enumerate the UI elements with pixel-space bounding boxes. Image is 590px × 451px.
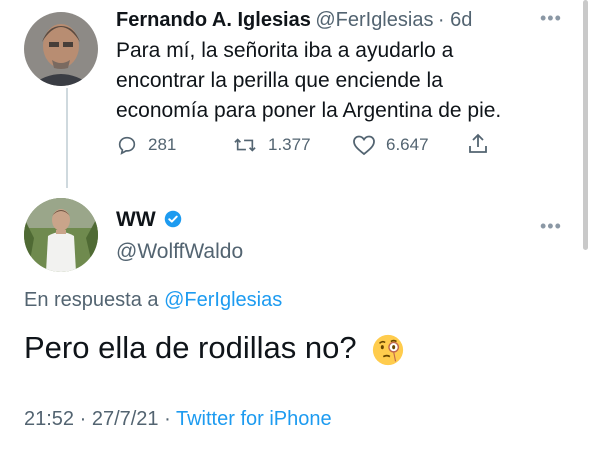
replying-to: En respuesta a @FerIglesias (24, 289, 282, 312)
tweet-text-line: Para mí, la señorita iba a ayudarlo a (116, 39, 454, 62)
tweet-header: Fernando A. Iglesias @FerIglesias · 6d (116, 9, 472, 32)
reply-author-name[interactable]: WW (116, 208, 156, 231)
more-dots-icon[interactable]: ••• (540, 216, 562, 237)
retweet-count: 1.377 (268, 135, 311, 154)
tweet-meta: 21:52 · 27/7/21 · Twitter for iPhone (24, 408, 332, 431)
tweet-text-line: encontrar la perilla que enciende la (116, 69, 443, 92)
author-handle[interactable]: @FerIglesias (315, 9, 433, 31)
replying-to-prefix: En respuesta a (24, 289, 159, 311)
author-name[interactable]: Fernando A. Iglesias (116, 9, 311, 31)
avatar-photo (24, 198, 98, 272)
tweet-text-line: economía para poner la Argentina de pie. (116, 99, 502, 122)
retweet-icon (234, 138, 256, 152)
tweet-age[interactable]: · 6d (438, 9, 472, 31)
reply-author-handle[interactable]: @WolffWaldo (116, 240, 243, 264)
verified-badge-icon (164, 210, 182, 228)
replying-to-handle-link[interactable]: @FerIglesias (164, 289, 282, 311)
like-count: 6.647 (386, 135, 429, 154)
tweet-source-link[interactable]: Twitter for iPhone (176, 408, 332, 430)
scrollbar[interactable] (583, 0, 588, 250)
share-icon (469, 133, 487, 153)
face-with-monocle-emoji (373, 334, 404, 365)
thread-connector-line (66, 88, 68, 188)
heart-icon (353, 135, 375, 156)
reply-text: Pero ella de rodillas no? (24, 330, 405, 367)
reply-header: WW (116, 208, 182, 232)
retweet-action[interactable]: 1.377 (232, 134, 311, 156)
avatar-photo (24, 12, 98, 86)
author-avatar[interactable] (24, 12, 98, 86)
share-action[interactable] (466, 132, 490, 156)
reply-text-content: Pero ella de rodillas no? (24, 330, 357, 365)
like-action[interactable]: 6.647 (352, 134, 429, 156)
reply-bubble-icon (118, 136, 136, 155)
more-dots-icon[interactable]: ••• (540, 8, 562, 29)
reply-author-avatar[interactable] (24, 198, 98, 272)
reply-count: 281 (148, 135, 177, 154)
tweet-text: Para mí, la señorita iba a ayudarlo a en… (116, 36, 566, 126)
reply-action[interactable]: 281 (116, 134, 176, 156)
tweet-timestamp[interactable]: 21:52 · 27/7/21 · (24, 408, 171, 430)
